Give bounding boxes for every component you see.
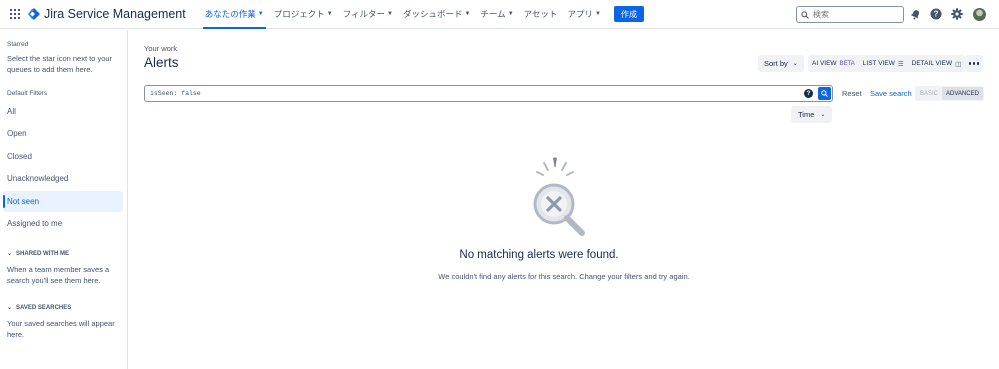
- saved-text: Your saved searches will appear here.: [7, 319, 115, 339]
- chevron-down-icon: ▼: [257, 11, 264, 17]
- chevron-down-icon: ▼: [595, 11, 601, 17]
- search-icon: [821, 90, 828, 97]
- chevron-down-icon: ▼: [464, 11, 471, 17]
- nav-label: アセット: [523, 9, 558, 19]
- empty-state-description: We couldn't find any alerts for this sea…: [438, 272, 690, 281]
- ai-view-label: AI VIEW: [812, 60, 837, 67]
- list-view-button[interactable]: LIST VIEW ☰: [859, 55, 908, 72]
- page-title: Alerts: [144, 55, 179, 70]
- ai-view-button[interactable]: AI VIEW BETA: [808, 55, 859, 72]
- nav-assets[interactable]: アセット: [519, 0, 563, 29]
- chevron-down-icon: ⌄: [820, 112, 826, 118]
- starred-text: Select the star icon next to your queues…: [7, 54, 113, 74]
- chevron-down-icon: ▼: [326, 11, 333, 17]
- query-search-button[interactable]: [818, 87, 831, 100]
- nav-label: プロジェクト: [273, 9, 325, 19]
- chevron-down-icon: ⌄: [7, 251, 13, 257]
- shared-text: When a team member saves a search you'll…: [7, 265, 110, 285]
- sort-by-button[interactable]: Sort by ⌄: [758, 55, 804, 72]
- shared-heading: SHARED WITH ME: [16, 250, 70, 257]
- nav-label: フィルター: [342, 9, 386, 19]
- sidebar: Starred Select the star icon next to you…: [0, 30, 128, 369]
- time-label: Time: [798, 110, 815, 119]
- breadcrumb[interactable]: Your work: [144, 44, 177, 53]
- nav-teams[interactable]: チーム ▼: [475, 0, 518, 29]
- user-avatar[interactable]: [973, 8, 986, 21]
- search-icon: [801, 10, 809, 19]
- view-switcher: AI VIEW BETA LIST VIEW ☰ DETAIL VIEW ◫: [808, 55, 966, 72]
- filter-not-seen[interactable]: Not seen: [3, 191, 123, 212]
- mode-advanced-button[interactable]: ADVANCED: [942, 87, 983, 100]
- filter-assigned-to-me[interactable]: Assigned to me: [3, 213, 123, 234]
- saved-searches-toggle[interactable]: ⌄ SAVED SEARCHES: [7, 304, 72, 312]
- shared-with-me-toggle[interactable]: ⌄ SHARED WITH ME: [7, 250, 70, 258]
- nav-label: アプリ: [567, 9, 593, 19]
- product-logo[interactable]: Jira Service Management: [28, 7, 186, 21]
- chevron-down-icon: ⌄: [792, 61, 798, 67]
- nav-dashboards[interactable]: ダッシュボード ▼: [398, 0, 475, 29]
- nav-your-work[interactable]: あなたの作業 ▼: [200, 0, 269, 29]
- filter-open[interactable]: Open: [3, 123, 123, 144]
- list-icon: ☰: [897, 60, 904, 68]
- starred-heading: Starred: [7, 41, 29, 48]
- filter-closed[interactable]: Closed: [3, 146, 123, 167]
- nav-label: あなたの作業: [204, 9, 256, 19]
- detail-view-label: DETAIL VIEW: [911, 60, 953, 67]
- product-name: Jira Service Management: [44, 7, 186, 21]
- nav-label: ダッシュボード: [402, 9, 463, 19]
- query-help-icon[interactable]: ?: [804, 89, 813, 98]
- jira-logo-icon: [28, 8, 40, 20]
- chevron-down-icon: ⌄: [7, 305, 13, 311]
- nav-filters[interactable]: フィルター ▼: [338, 0, 398, 29]
- svg-text:?: ?: [934, 10, 939, 19]
- filter-unacknowledged[interactable]: Unacknowledged: [3, 168, 123, 189]
- detail-view-button[interactable]: DETAIL VIEW ◫: [908, 55, 966, 72]
- filter-all[interactable]: All: [3, 101, 123, 122]
- app-switcher-icon[interactable]: [10, 9, 20, 19]
- nav-projects[interactable]: プロジェクト ▼: [269, 0, 338, 29]
- chevron-down-icon: ▼: [507, 11, 514, 17]
- reset-button[interactable]: Reset: [842, 89, 862, 98]
- search-input[interactable]: [813, 10, 897, 19]
- beta-badge: BETA: [839, 60, 855, 67]
- help-icon[interactable]: ?: [930, 8, 942, 20]
- detail-view-icon: ◫: [955, 60, 962, 68]
- default-filters-heading: Default Filters: [7, 90, 48, 97]
- notifications-icon[interactable]: [909, 8, 921, 20]
- saved-heading: SAVED SEARCHES: [16, 304, 72, 311]
- query-mode-toggle: BASIC ADVANCED: [915, 86, 984, 101]
- global-search[interactable]: [796, 6, 904, 23]
- nav-label: チーム: [480, 9, 506, 19]
- empty-state-title: No matching alerts were found.: [459, 249, 619, 261]
- save-search-button[interactable]: Save search: [870, 89, 912, 98]
- mode-basic-button[interactable]: BASIC: [916, 87, 942, 100]
- query-input[interactable]: isSeen: false: [144, 85, 833, 102]
- nav-apps[interactable]: アプリ ▼: [562, 0, 605, 29]
- chevron-down-icon: ▼: [387, 11, 393, 17]
- sort-label: Sort by: [764, 59, 788, 68]
- list-view-label: LIST VIEW: [862, 60, 895, 67]
- no-results-magnifier-icon: [533, 157, 585, 236]
- create-button[interactable]: 作成: [613, 6, 644, 22]
- settings-icon[interactable]: [951, 8, 963, 20]
- more-actions-button[interactable]: [965, 55, 983, 72]
- top-navigation: Jira Service Management あなたの作業 ▼ プロジェクト ▼ …: [0, 0, 999, 29]
- time-filter-button[interactable]: Time ⌄: [791, 106, 833, 123]
